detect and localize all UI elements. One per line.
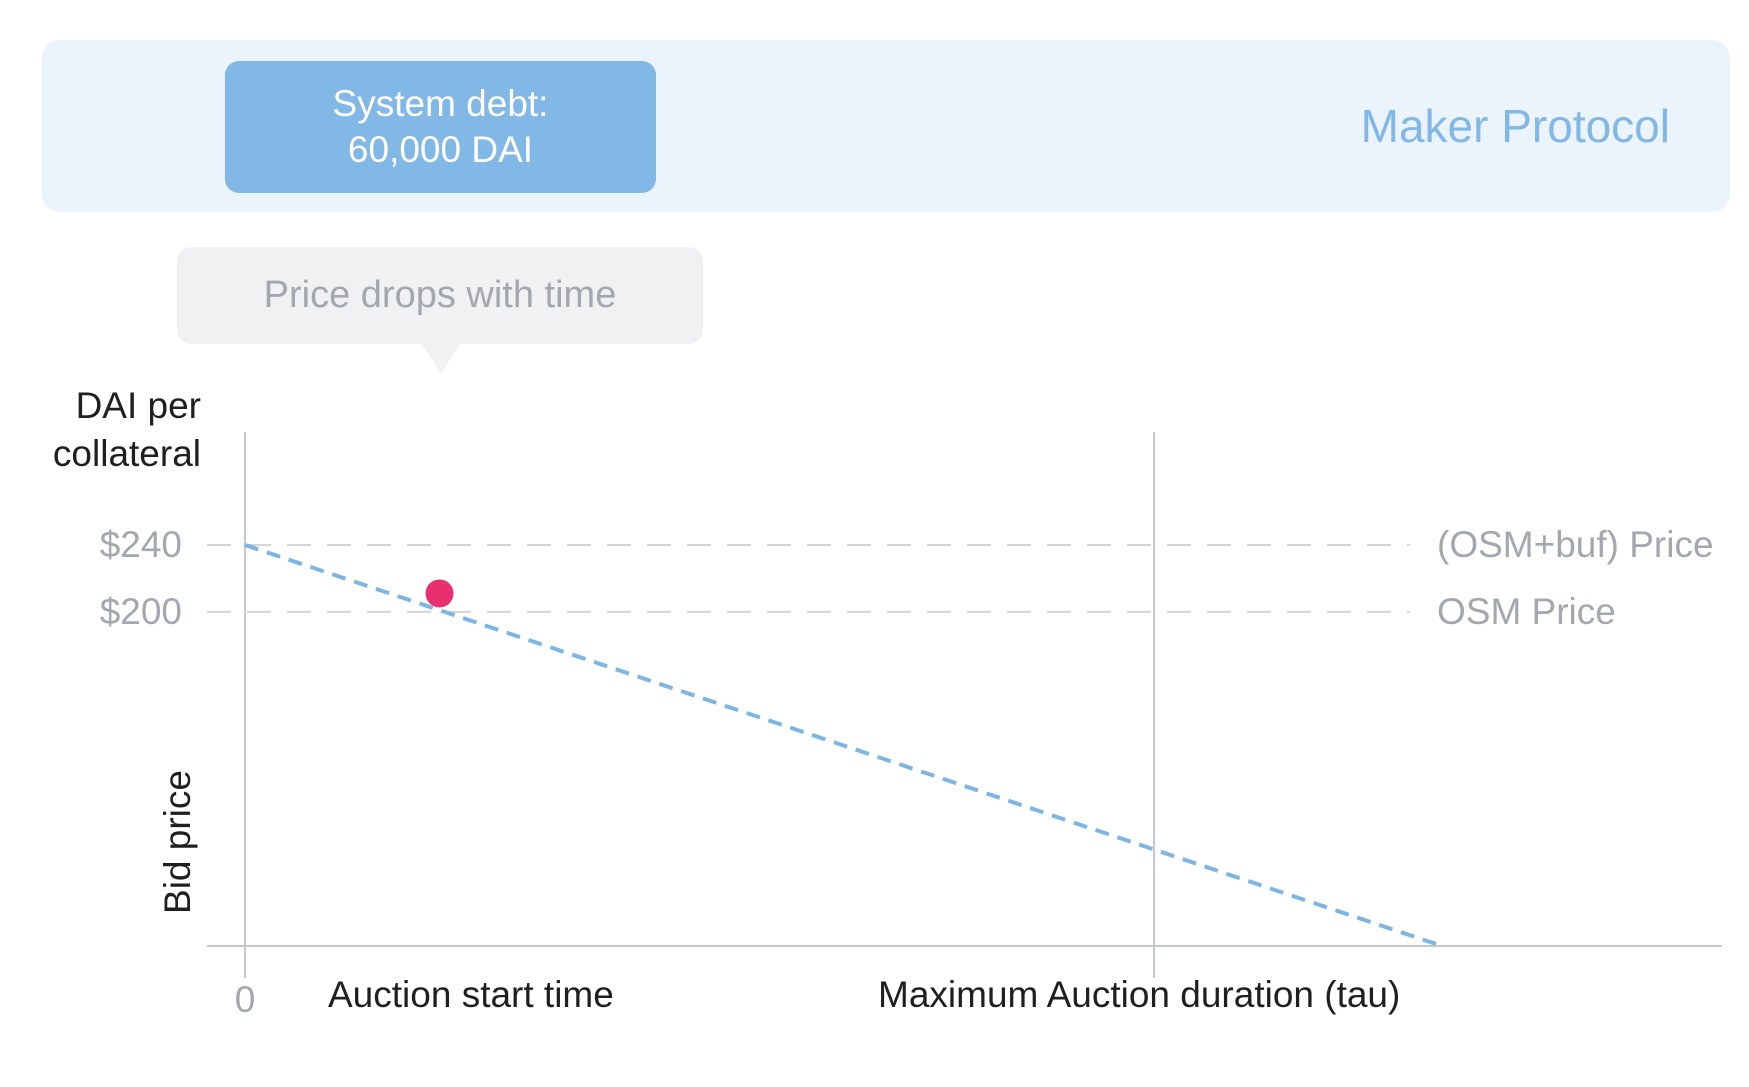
- y-axis-unit: DAI per collateral: [1, 382, 201, 478]
- current-bid-point: [425, 579, 454, 608]
- max-auction-duration-label: Maximum Auction duration (tau): [878, 974, 1401, 1015]
- osm-buf-price-label: (OSM+buf) Price: [1437, 524, 1714, 565]
- price-decay-line: [244, 543, 1443, 948]
- x-origin-label: 0: [234, 979, 256, 1020]
- y-axis-unit-line1: DAI per: [75, 385, 201, 426]
- y-axis-unit-line2: collateral: [52, 433, 201, 474]
- y-axis-title: Bid price: [157, 770, 198, 914]
- auction-start-time-label: Auction start time: [328, 974, 614, 1015]
- y-tick-label-240: $240: [99, 524, 182, 565]
- y-tick-label-200: $200: [99, 590, 182, 632]
- osm-price-label: OSM Price: [1437, 590, 1616, 632]
